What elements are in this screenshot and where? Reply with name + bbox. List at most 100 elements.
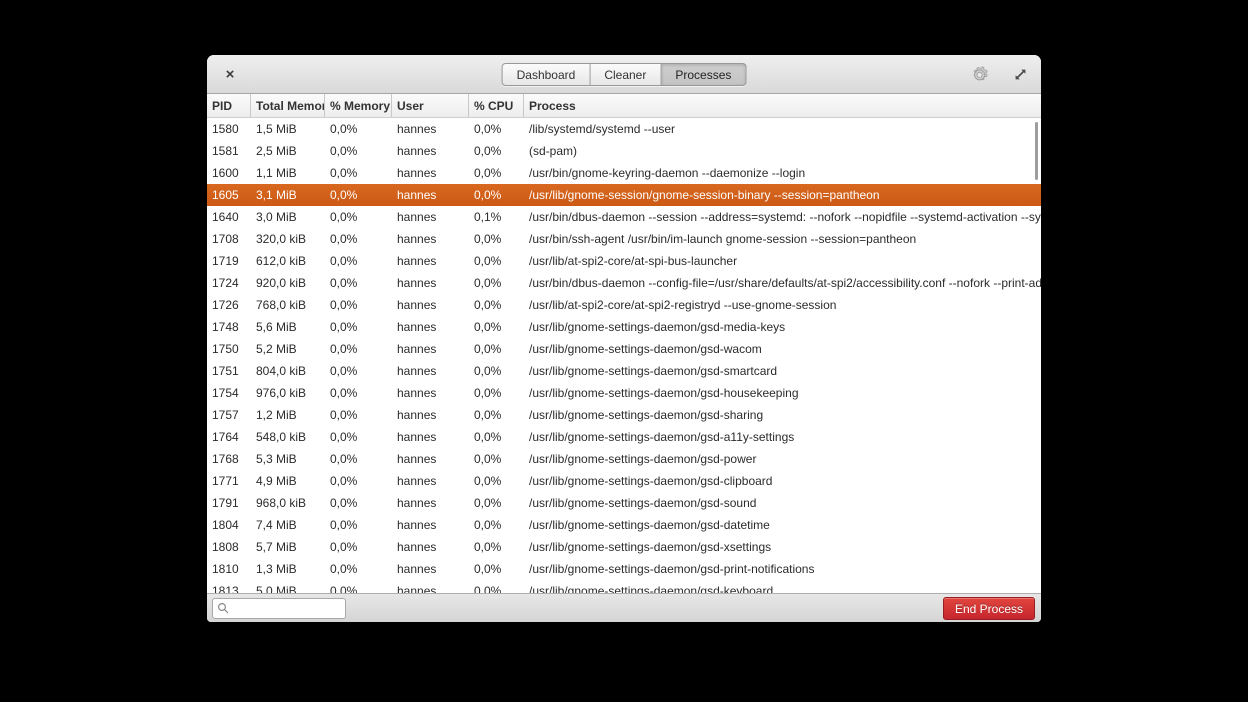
expand-arrows-icon bbox=[1013, 67, 1028, 82]
cell-pid: 1813 bbox=[207, 580, 251, 593]
table-row[interactable]: 18101,3 MiB0,0%hannes0,0%/usr/lib/gnome-… bbox=[207, 558, 1041, 580]
cell-percent_memory: 0,0% bbox=[325, 272, 392, 294]
cell-user: hannes bbox=[392, 404, 469, 426]
cell-percent_cpu: 0,0% bbox=[469, 338, 524, 360]
table-row[interactable]: 1754976,0 kiB0,0%hannes0,0%/usr/lib/gnom… bbox=[207, 382, 1041, 404]
search-input[interactable] bbox=[233, 602, 341, 616]
table-row[interactable]: 15801,5 MiB0,0%hannes0,0%/lib/systemd/sy… bbox=[207, 118, 1041, 140]
cell-percent_memory: 0,0% bbox=[325, 140, 392, 162]
task-manager-window: × Dashboard Cleaner Processes bbox=[207, 55, 1041, 622]
column-header-percent-cpu[interactable]: % CPU bbox=[469, 94, 524, 117]
cell-percent_cpu: 0,0% bbox=[469, 184, 524, 206]
search-box[interactable] bbox=[212, 598, 346, 619]
cell-total_memory: 7,4 MiB bbox=[251, 514, 325, 536]
table-row[interactable]: 15812,5 MiB0,0%hannes0,0%(sd-pam) bbox=[207, 140, 1041, 162]
cell-process: /usr/lib/gnome-settings-daemon/gsd-sound bbox=[524, 492, 1041, 514]
footer-bar: End Process bbox=[207, 593, 1041, 622]
cell-process: /usr/bin/dbus-daemon --session --address… bbox=[524, 206, 1041, 228]
column-header-process[interactable]: Process bbox=[524, 94, 1041, 117]
column-header-total-memory[interactable]: Total Memory bbox=[251, 94, 325, 117]
cell-percent_cpu: 0,0% bbox=[469, 272, 524, 294]
tab-cleaner[interactable]: Cleaner bbox=[590, 63, 661, 86]
cell-user: hannes bbox=[392, 580, 469, 593]
close-button[interactable]: × bbox=[217, 60, 243, 88]
cell-total_memory: 4,9 MiB bbox=[251, 470, 325, 492]
process-list: 15801,5 MiB0,0%hannes0,0%/lib/systemd/sy… bbox=[207, 118, 1041, 593]
table-row[interactable]: 1724920,0 kiB0,0%hannes0,0%/usr/bin/dbus… bbox=[207, 272, 1041, 294]
cell-user: hannes bbox=[392, 206, 469, 228]
table-row[interactable]: 17505,2 MiB0,0%hannes0,0%/usr/lib/gnome-… bbox=[207, 338, 1041, 360]
cell-pid: 1726 bbox=[207, 294, 251, 316]
cell-pid: 1580 bbox=[207, 118, 251, 140]
cell-total_memory: 3,0 MiB bbox=[251, 206, 325, 228]
table-row[interactable]: 1719612,0 kiB0,0%hannes0,0%/usr/lib/at-s… bbox=[207, 250, 1041, 272]
cell-pid: 1771 bbox=[207, 470, 251, 492]
cell-pid: 1708 bbox=[207, 228, 251, 250]
cell-user: hannes bbox=[392, 162, 469, 184]
cell-percent_cpu: 0,0% bbox=[469, 294, 524, 316]
cell-percent_memory: 0,0% bbox=[325, 118, 392, 140]
table-row[interactable]: 16001,1 MiB0,0%hannes0,0%/usr/bin/gnome-… bbox=[207, 162, 1041, 184]
column-header-percent-memory[interactable]: % Memory bbox=[325, 94, 392, 117]
table-row[interactable]: 18085,7 MiB0,0%hannes0,0%/usr/lib/gnome-… bbox=[207, 536, 1041, 558]
table-row[interactable]: 18047,4 MiB0,0%hannes0,0%/usr/lib/gnome-… bbox=[207, 514, 1041, 536]
tab-processes[interactable]: Processes bbox=[661, 63, 746, 86]
table-row[interactable]: 17714,9 MiB0,0%hannes0,0%/usr/lib/gnome-… bbox=[207, 470, 1041, 492]
table-row[interactable]: 16403,0 MiB0,0%hannes0,1%/usr/bin/dbus-d… bbox=[207, 206, 1041, 228]
table-row[interactable]: 1751804,0 kiB0,0%hannes0,0%/usr/lib/gnom… bbox=[207, 360, 1041, 382]
table-row[interactable]: 1764548,0 kiB0,0%hannes0,0%/usr/lib/gnom… bbox=[207, 426, 1041, 448]
cell-total_memory: 2,5 MiB bbox=[251, 140, 325, 162]
cell-percent_memory: 0,0% bbox=[325, 536, 392, 558]
cell-total_memory: 968,0 kiB bbox=[251, 492, 325, 514]
table-row[interactable]: 18135,0 MiB0,0%hannes0,0%/usr/lib/gnome-… bbox=[207, 580, 1041, 593]
table-row[interactable]: 17571,2 MiB0,0%hannes0,0%/usr/lib/gnome-… bbox=[207, 404, 1041, 426]
cell-user: hannes bbox=[392, 558, 469, 580]
cell-percent_memory: 0,0% bbox=[325, 184, 392, 206]
table-row[interactable]: 1726768,0 kiB0,0%hannes0,0%/usr/lib/at-s… bbox=[207, 294, 1041, 316]
end-process-button[interactable]: End Process bbox=[943, 597, 1035, 620]
cell-total_memory: 768,0 kiB bbox=[251, 294, 325, 316]
cell-pid: 1757 bbox=[207, 404, 251, 426]
cell-percent_memory: 0,0% bbox=[325, 426, 392, 448]
table-row[interactable]: 1708320,0 kiB0,0%hannes0,0%/usr/bin/ssh-… bbox=[207, 228, 1041, 250]
settings-button[interactable] bbox=[967, 62, 993, 88]
cell-process: /usr/lib/gnome-settings-daemon/gsd-wacom bbox=[524, 338, 1041, 360]
cell-process: /usr/lib/gnome-settings-daemon/gsd-clipb… bbox=[524, 470, 1041, 492]
cell-user: hannes bbox=[392, 316, 469, 338]
cell-user: hannes bbox=[392, 140, 469, 162]
cell-process: /usr/lib/gnome-settings-daemon/gsd-keybo… bbox=[524, 580, 1041, 593]
cell-percent_memory: 0,0% bbox=[325, 228, 392, 250]
table-row[interactable]: 16053,1 MiB0,0%hannes0,0%/usr/lib/gnome-… bbox=[207, 184, 1041, 206]
table-row[interactable]: 1791968,0 kiB0,0%hannes0,0%/usr/lib/gnom… bbox=[207, 492, 1041, 514]
vertical-scrollbar[interactable] bbox=[1035, 122, 1038, 180]
cell-user: hannes bbox=[392, 184, 469, 206]
cell-process: /usr/bin/gnome-keyring-daemon --daemoniz… bbox=[524, 162, 1041, 184]
fullscreen-button[interactable] bbox=[1007, 62, 1033, 88]
cell-total_memory: 804,0 kiB bbox=[251, 360, 325, 382]
cell-percent_cpu: 0,0% bbox=[469, 404, 524, 426]
table-row[interactable]: 17685,3 MiB0,0%hannes0,0%/usr/lib/gnome-… bbox=[207, 448, 1041, 470]
cell-pid: 1724 bbox=[207, 272, 251, 294]
cell-percent_memory: 0,0% bbox=[325, 162, 392, 184]
column-header-pid[interactable]: PID bbox=[207, 94, 251, 117]
cell-process: /usr/lib/gnome-session/gnome-session-bin… bbox=[524, 184, 1041, 206]
table-row[interactable]: 17485,6 MiB0,0%hannes0,0%/usr/lib/gnome-… bbox=[207, 316, 1041, 338]
cell-pid: 1605 bbox=[207, 184, 251, 206]
cell-percent_memory: 0,0% bbox=[325, 250, 392, 272]
cell-process: /usr/lib/gnome-settings-daemon/gsd-a11y-… bbox=[524, 426, 1041, 448]
cell-percent_cpu: 0,0% bbox=[469, 536, 524, 558]
mode-switcher: Dashboard Cleaner Processes bbox=[502, 63, 747, 86]
cell-user: hannes bbox=[392, 294, 469, 316]
cell-total_memory: 320,0 kiB bbox=[251, 228, 325, 250]
cell-percent_memory: 0,0% bbox=[325, 382, 392, 404]
cell-percent_memory: 0,0% bbox=[325, 514, 392, 536]
tab-dashboard[interactable]: Dashboard bbox=[502, 63, 591, 86]
cell-total_memory: 5,7 MiB bbox=[251, 536, 325, 558]
cell-percent_cpu: 0,0% bbox=[469, 140, 524, 162]
search-icon bbox=[217, 602, 230, 615]
cell-process: /usr/lib/gnome-settings-daemon/gsd-house… bbox=[524, 382, 1041, 404]
column-header-user[interactable]: User bbox=[392, 94, 469, 117]
cell-total_memory: 1,2 MiB bbox=[251, 404, 325, 426]
cell-percent_cpu: 0,0% bbox=[469, 250, 524, 272]
cell-pid: 1810 bbox=[207, 558, 251, 580]
